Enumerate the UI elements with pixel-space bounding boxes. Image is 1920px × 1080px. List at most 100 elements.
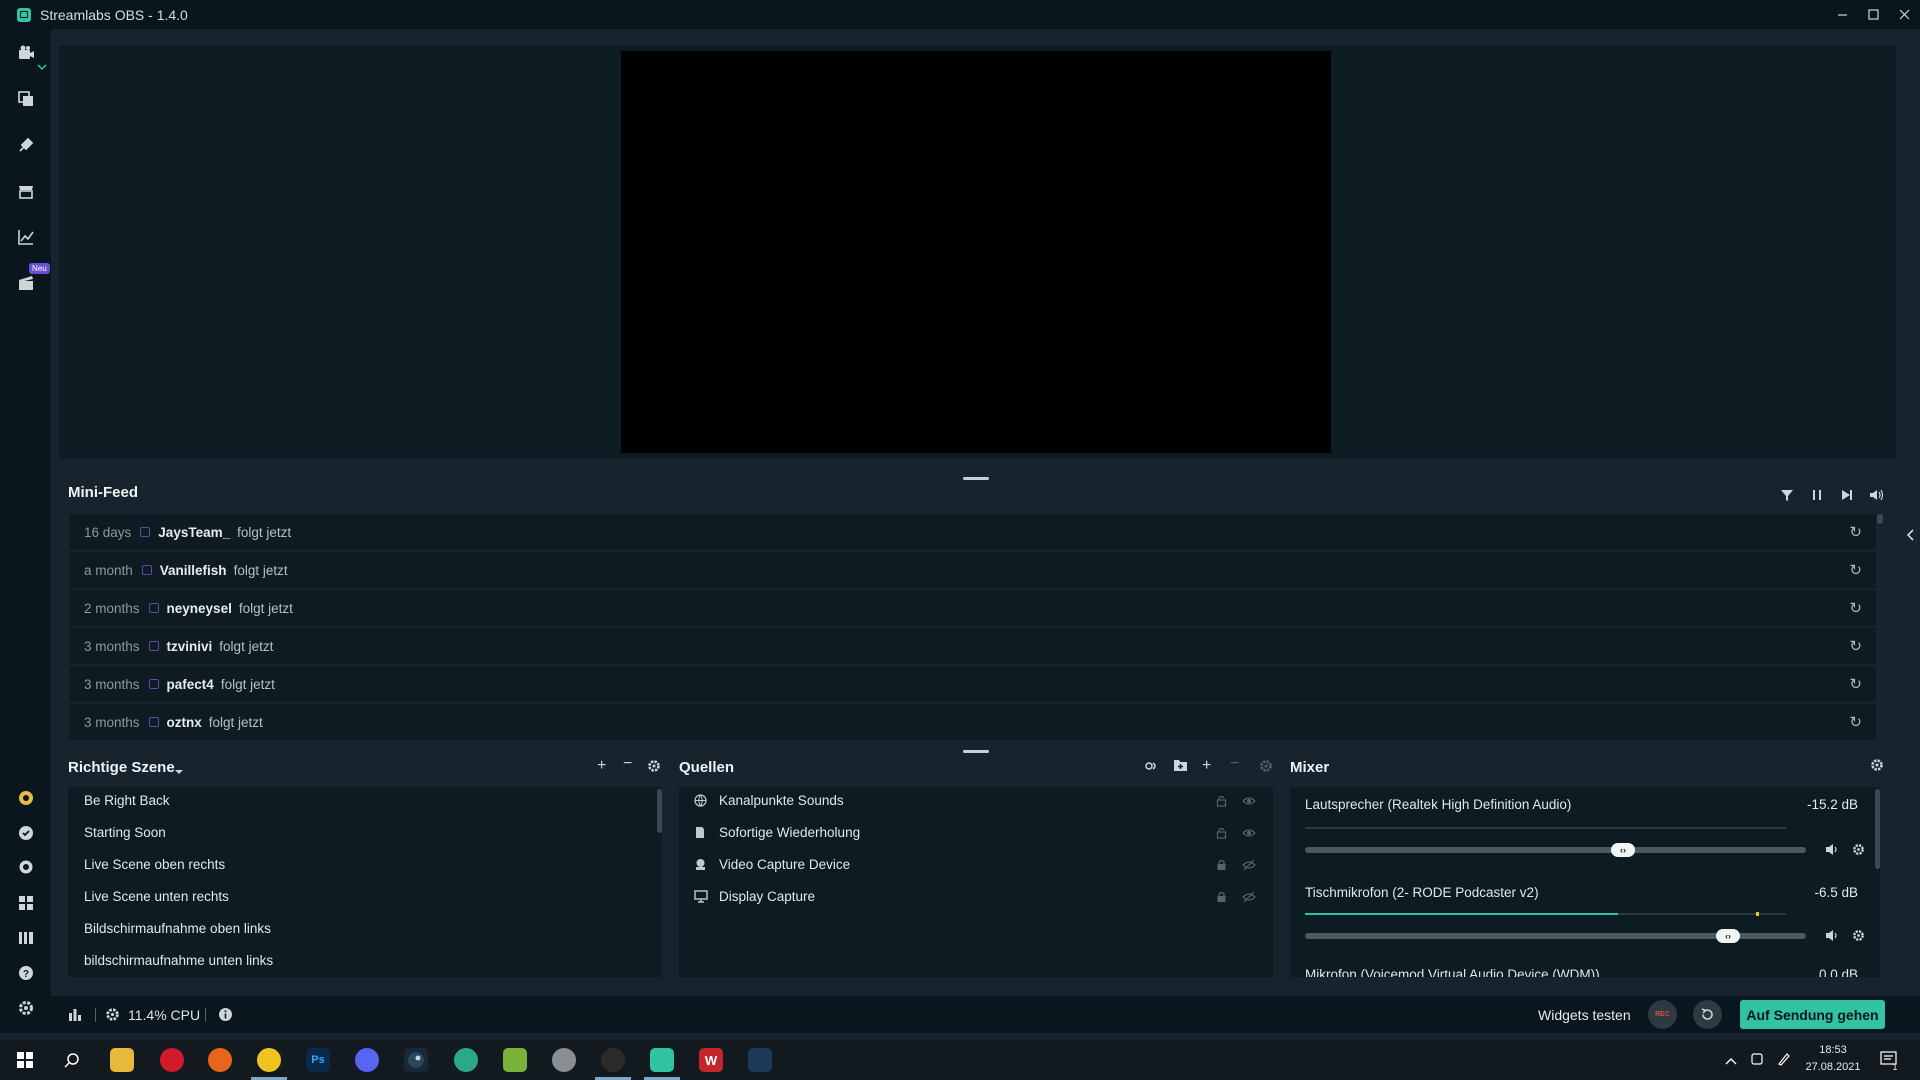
nav-themes-icon[interactable] xyxy=(16,89,36,109)
scene-item[interactable]: Live Scene oben rechts xyxy=(84,857,225,872)
scene-list-scrollbar[interactable] xyxy=(657,789,662,833)
opera-icon[interactable] xyxy=(160,1048,184,1072)
visibility-hidden-icon[interactable] xyxy=(1242,891,1256,906)
steam-icon[interactable] xyxy=(404,1048,428,1072)
nav-layout-icon[interactable] xyxy=(16,893,36,913)
mixer-scrollbar[interactable] xyxy=(1875,789,1880,869)
nav-studio-mode-icon[interactable] xyxy=(16,928,36,948)
volume-slider-track[interactable] xyxy=(1305,847,1806,853)
scene-collection-title[interactable]: Richtige Szene xyxy=(68,759,175,776)
resize-handle-bottom[interactable] xyxy=(963,750,989,753)
performance-chart-icon[interactable] xyxy=(68,1007,82,1024)
go-live-button[interactable]: Auf Sendung gehen xyxy=(1740,1000,1885,1029)
music-app-icon[interactable] xyxy=(454,1048,478,1072)
visibility-hidden-icon[interactable] xyxy=(1242,859,1256,874)
speaker-icon[interactable] xyxy=(1825,929,1839,945)
file-explorer-icon[interactable] xyxy=(110,1048,134,1072)
lock-icon[interactable] xyxy=(1216,795,1227,810)
tray-device-icon[interactable] xyxy=(1750,1052,1764,1069)
wps-office-icon[interactable]: W xyxy=(699,1048,723,1072)
nav-help-icon[interactable]: ? xyxy=(16,963,36,983)
maximize-button[interactable] xyxy=(1858,0,1889,29)
remove-scene-button[interactable]: − xyxy=(623,755,632,773)
volume-slider-handle[interactable]: ‹› xyxy=(1716,929,1740,943)
scene-item[interactable]: Starting Soon xyxy=(84,825,166,840)
nav-app-store-icon[interactable] xyxy=(16,135,36,155)
streamlabs-taskbar-icon[interactable] xyxy=(650,1048,674,1072)
collapse-right-panel-icon[interactable] xyxy=(1905,528,1915,545)
lock-icon[interactable] xyxy=(1216,859,1227,874)
source-item[interactable]: Video Capture Device xyxy=(719,857,850,872)
replay-buffer-button[interactable] xyxy=(1693,1000,1722,1029)
close-button[interactable] xyxy=(1889,0,1920,29)
repeat-alert-icon[interactable]: ↻ xyxy=(1849,523,1862,541)
volume-meter xyxy=(1305,827,1786,829)
minimize-button[interactable] xyxy=(1827,0,1858,29)
obs-icon[interactable] xyxy=(601,1048,625,1072)
davinci-icon[interactable] xyxy=(748,1048,772,1072)
source-item[interactable]: Kanalpunkte Sounds xyxy=(719,793,844,808)
scene-item[interactable]: Bildschirmaufnahme oben links xyxy=(84,921,271,936)
nav-editor-icon[interactable] xyxy=(16,43,36,63)
repeat-alert-icon[interactable]: ↻ xyxy=(1849,637,1862,655)
source-item[interactable]: Display Capture xyxy=(719,889,815,904)
nav-store-icon[interactable] xyxy=(16,181,36,201)
source-link-icon[interactable] xyxy=(1144,759,1160,776)
volume-slider-handle[interactable]: ‹› xyxy=(1611,843,1635,857)
skip-next-icon[interactable] xyxy=(1838,486,1856,504)
clock-time[interactable]: 18:53 xyxy=(1805,1044,1861,1056)
source-properties-gear-icon[interactable] xyxy=(1259,759,1273,776)
windows-start-icon[interactable] xyxy=(13,1048,37,1072)
nav-chat-icon[interactable] xyxy=(16,858,36,878)
tray-chevron-up-icon[interactable] xyxy=(1725,1053,1737,1069)
add-folder-icon[interactable] xyxy=(1173,758,1188,775)
tray-pen-icon[interactable] xyxy=(1777,1052,1791,1069)
volume-icon[interactable] xyxy=(1868,486,1886,504)
record-button[interactable]: REC xyxy=(1648,1000,1677,1029)
add-source-button[interactable]: + xyxy=(1202,757,1211,775)
nav-highlighter-icon[interactable] xyxy=(16,273,36,293)
speaker-icon[interactable] xyxy=(1825,843,1839,859)
repeat-alert-icon[interactable]: ↻ xyxy=(1849,599,1862,617)
scene-settings-gear-icon[interactable] xyxy=(647,759,661,776)
search-icon[interactable] xyxy=(60,1048,84,1072)
nav-dashboard-icon[interactable] xyxy=(16,227,36,247)
chrome-icon[interactable] xyxy=(257,1048,281,1072)
add-scene-button[interactable]: + xyxy=(597,757,606,775)
mini-feed-scrollbar[interactable] xyxy=(1877,514,1883,524)
scene-item[interactable]: Live Scene unten rechts xyxy=(84,889,229,904)
clock-date[interactable]: 27.08.2021 xyxy=(1803,1061,1863,1073)
scene-item[interactable]: bildschirmaufnahme unten links xyxy=(84,953,273,968)
stream-preview[interactable] xyxy=(621,51,1331,453)
channel-settings-gear-icon[interactable] xyxy=(1852,929,1865,945)
mixer-settings-gear-icon[interactable] xyxy=(1870,758,1884,775)
filter-icon[interactable] xyxy=(1778,486,1796,504)
mixer-channel-db: 0.0 dB xyxy=(1818,967,1858,977)
layers-app-icon[interactable] xyxy=(503,1048,527,1072)
scene-item[interactable]: Be Right Back xyxy=(84,793,170,808)
chevron-down-icon[interactable] xyxy=(37,63,47,74)
scene-collection-dropdown-icon[interactable] xyxy=(174,763,184,779)
lock-icon[interactable] xyxy=(1216,827,1227,842)
photoshop-icon[interactable]: Ps xyxy=(306,1048,330,1072)
svg-text:?: ? xyxy=(23,969,29,980)
nav-prime-icon[interactable] xyxy=(16,788,36,808)
pause-icon[interactable] xyxy=(1808,486,1826,504)
repeat-alert-icon[interactable]: ↻ xyxy=(1849,561,1862,579)
visibility-eye-icon[interactable] xyxy=(1242,795,1256,810)
info-icon[interactable] xyxy=(218,1007,233,1025)
repeat-alert-icon[interactable]: ↻ xyxy=(1849,675,1862,693)
lock-icon[interactable] xyxy=(1216,891,1227,906)
channel-settings-gear-icon[interactable] xyxy=(1852,843,1865,859)
rocket-app-icon[interactable] xyxy=(552,1048,576,1072)
nav-cloudbot-icon[interactable] xyxy=(16,823,36,843)
repeat-alert-icon[interactable]: ↻ xyxy=(1849,713,1862,731)
remove-source-button[interactable]: − xyxy=(1230,755,1239,773)
visibility-eye-icon[interactable] xyxy=(1242,827,1256,842)
volume-meter xyxy=(1618,913,1786,915)
discord-icon[interactable] xyxy=(355,1048,379,1072)
test-widgets-button[interactable]: Widgets testen xyxy=(1538,1007,1631,1023)
nav-settings-gear-icon[interactable] xyxy=(16,998,36,1018)
source-item[interactable]: Sofortige Wiederholung xyxy=(719,825,860,840)
firefox-icon[interactable] xyxy=(208,1048,232,1072)
